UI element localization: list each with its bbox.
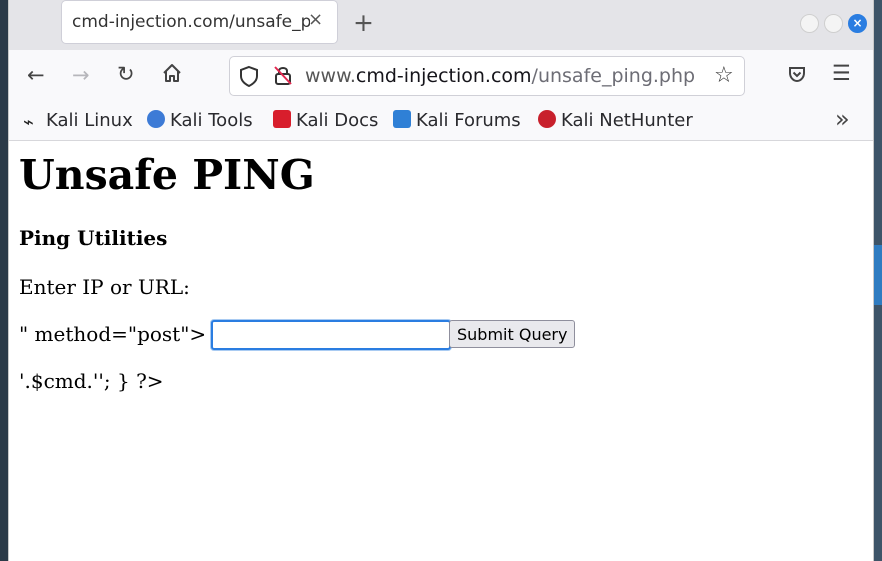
- kali-nethunter-icon: [538, 110, 556, 128]
- bookmark-kali-linux[interactable]: ⌁ Kali Linux: [23, 110, 133, 133]
- url-text: www.cmd-injection.com/unsafe_ping.php: [305, 65, 696, 87]
- menu-icon[interactable]: ☰: [832, 61, 851, 85]
- navigation-toolbar: ← → ↻ www.cmd-injection.com/unsafe_ping.…: [9, 50, 873, 102]
- forward-icon[interactable]: →: [72, 63, 90, 87]
- tab-bar: cmd-injection.com/unsafe_ping.php × + ×: [9, 0, 873, 50]
- tab-unsafe-ping[interactable]: cmd-injection.com/unsafe_ping.php ×: [62, 1, 337, 43]
- leaked-form-text: " method="post">: [19, 322, 207, 346]
- bookmark-kali-nethunter[interactable]: Kali NetHunter: [538, 110, 693, 131]
- insecure-lock-icon[interactable]: [273, 64, 293, 90]
- submit-query-button[interactable]: Submit Query: [449, 320, 576, 348]
- maximize-button[interactable]: [824, 14, 843, 33]
- tab-title: cmd-injection.com/unsafe_ping.php: [72, 12, 310, 32]
- close-tab-icon[interactable]: ×: [308, 9, 323, 30]
- browser-window: cmd-injection.com/unsafe_ping.php × + × …: [8, 0, 874, 561]
- kali-docs-icon: [273, 110, 291, 128]
- desktop-left-edge: [0, 0, 8, 561]
- leaked-php-text: '.$cmd.''; } ?>: [19, 369, 164, 393]
- shield-icon[interactable]: [239, 65, 259, 91]
- kali-tools-icon: [147, 110, 165, 128]
- bookmarks-overflow-icon[interactable]: »: [835, 105, 850, 133]
- bookmark-kali-tools[interactable]: Kali Tools: [147, 110, 253, 131]
- reload-icon[interactable]: ↻: [117, 62, 135, 86]
- bookmark-kali-docs[interactable]: Kali Docs: [273, 110, 378, 131]
- ip-prompt-label: Enter IP or URL:: [19, 275, 190, 299]
- bookmarks-toolbar: ⌁ Kali Linux Kali Tools Kali Docs Kali Fo…: [9, 102, 873, 141]
- back-icon[interactable]: ←: [27, 63, 45, 87]
- ip-url-input[interactable]: [211, 320, 451, 350]
- kali-forums-icon: [393, 110, 411, 128]
- minimize-button[interactable]: [800, 14, 819, 33]
- star-bookmark-icon[interactable]: ☆: [714, 63, 734, 88]
- page-title: Unsafe PING: [19, 151, 315, 199]
- new-tab-button[interactable]: +: [353, 8, 374, 37]
- home-icon[interactable]: [161, 62, 183, 89]
- page-content: Unsafe PING Ping Utilities Enter IP or U…: [9, 141, 873, 561]
- close-window-button[interactable]: ×: [848, 14, 867, 33]
- pocket-icon[interactable]: [787, 64, 807, 88]
- page-subtitle: Ping Utilities: [19, 226, 168, 250]
- kali-dragon-icon: ⌁: [23, 112, 34, 133]
- bookmark-kali-forums[interactable]: Kali Forums: [393, 110, 521, 131]
- address-bar[interactable]: www.cmd-injection.com/unsafe_ping.php ☆: [229, 56, 745, 96]
